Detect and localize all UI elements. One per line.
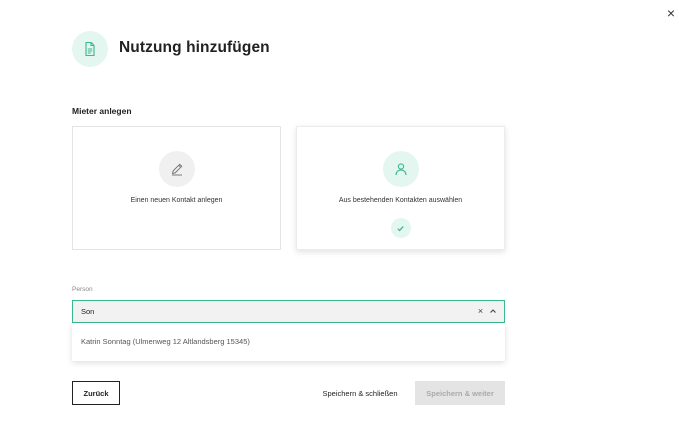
person-field-label: Person <box>72 286 93 293</box>
chevron-up-icon[interactable] <box>487 305 499 317</box>
back-button[interactable]: Zurück <box>72 381 120 405</box>
save-close-button[interactable]: Speichern & schließen <box>318 381 402 405</box>
new-contact-label: Einen neuen Kontakt anlegen <box>130 197 223 204</box>
person-select-value[interactable]: Son <box>81 307 94 316</box>
clear-icon[interactable]: × <box>475 305 486 317</box>
new-contact-option[interactable]: Einen neuen Kontakt anlegen <box>72 126 281 250</box>
pencil-icon <box>158 151 195 187</box>
checkmark-icon <box>390 218 411 238</box>
person-dropdown: Katrin Sonntag (Ulmenweg 12 Altlandsberg… <box>72 323 505 361</box>
section-title: Mieter anlegen <box>72 106 132 116</box>
save-next-button[interactable]: Speichern & weiter <box>415 381 505 405</box>
document-icon <box>72 31 108 67</box>
close-button[interactable]: × <box>663 5 679 21</box>
page-title: Nutzung hinzufügen <box>119 39 270 56</box>
dropdown-option[interactable]: Katrin Sonntag (Ulmenweg 12 Altlandsberg… <box>72 323 505 361</box>
person-select[interactable]: Son × <box>72 300 505 323</box>
existing-contact-label: Aus bestehenden Kontakten auswählen <box>338 197 463 204</box>
existing-contact-option[interactable]: Aus bestehenden Kontakten auswählen <box>296 126 505 250</box>
person-icon <box>382 151 419 187</box>
